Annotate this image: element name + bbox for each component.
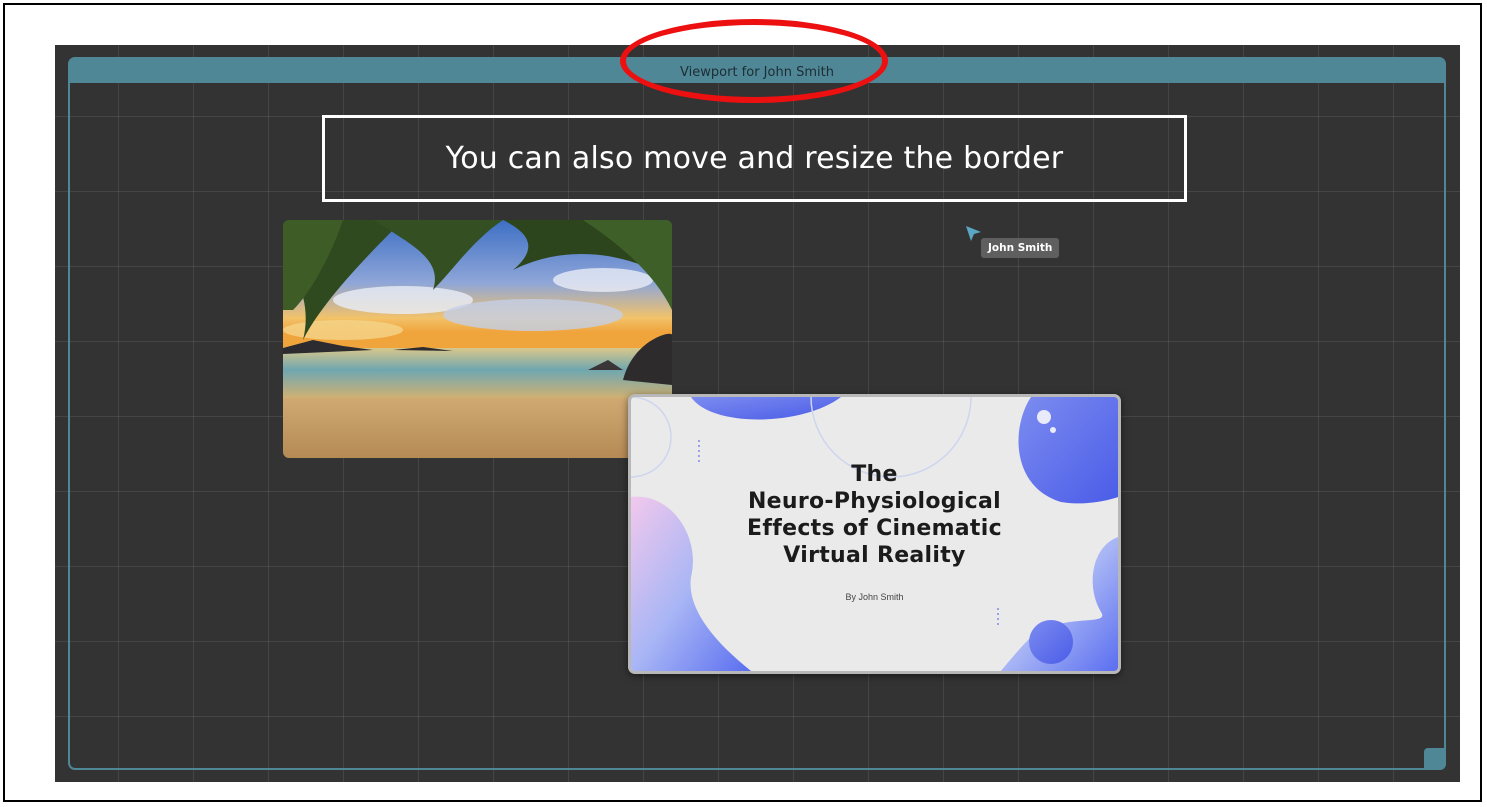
slide-byline: By John Smith bbox=[845, 592, 904, 602]
slide-title-line: Virtual Reality bbox=[783, 543, 966, 568]
beach-photo-graphic bbox=[283, 220, 672, 458]
callout-text: You can also move and resize the border bbox=[445, 141, 1064, 176]
instruction-callout: You can also move and resize the border bbox=[322, 115, 1187, 202]
viewport-title: Viewport for John Smith bbox=[680, 64, 834, 80]
viewport-titlebar[interactable]: Viewport for John Smith bbox=[70, 59, 1444, 83]
screenshot-frame: Viewport for John Smith The Neuro-Physio… bbox=[3, 3, 1482, 802]
slide-title-line: Effects of Cinematic bbox=[747, 516, 1002, 541]
beach-image[interactable] bbox=[283, 220, 672, 458]
presentation-slide[interactable]: The Neuro-Physiological Effects of Cinem… bbox=[628, 394, 1121, 674]
resize-handle-icon[interactable] bbox=[1424, 748, 1446, 770]
slide-title-line: Neuro-Physiological bbox=[747, 489, 1002, 514]
slide-title: The Neuro-Physiological Effects of Cinem… bbox=[691, 461, 1058, 569]
slide-title-line: The bbox=[851, 462, 898, 487]
cursor-user-label: John Smith bbox=[981, 238, 1060, 258]
cursor-arrow-icon bbox=[966, 226, 981, 241]
